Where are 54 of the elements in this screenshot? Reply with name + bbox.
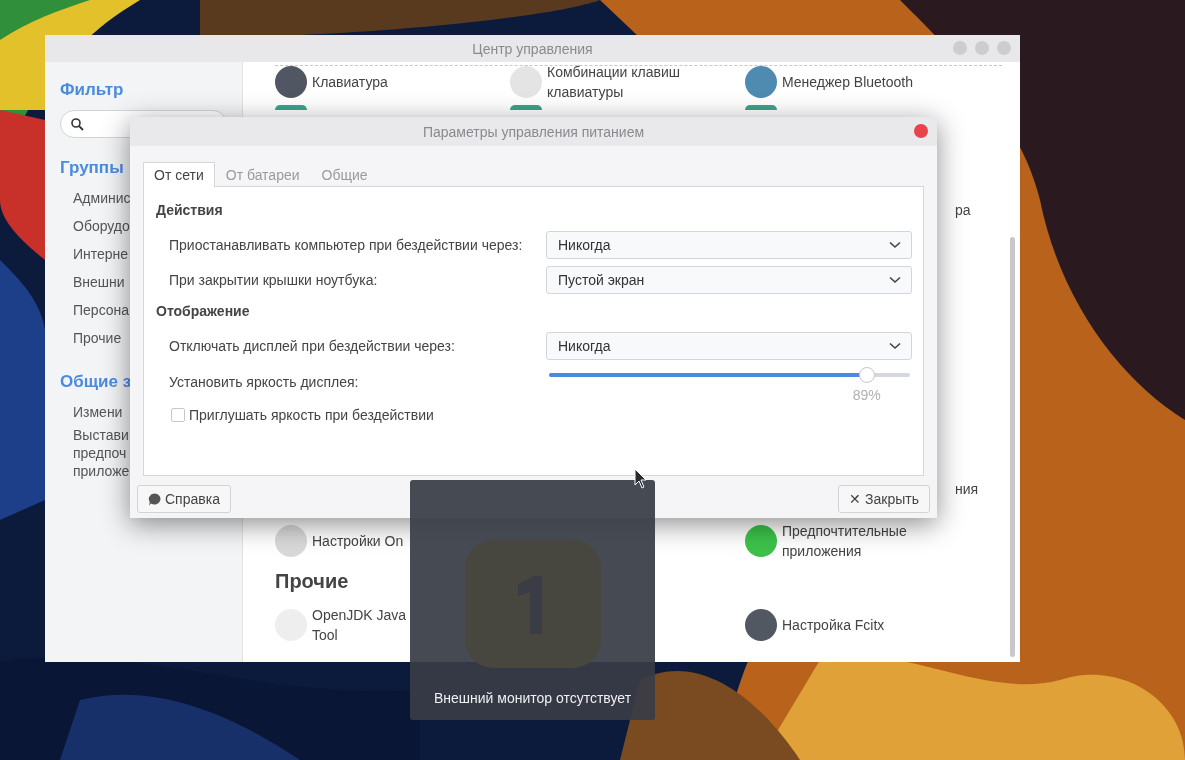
app-label[interactable]: Настройки On: [312, 531, 404, 551]
app-label[interactable]: Предпочтительные приложения: [782, 521, 907, 561]
slider-value: 89%: [852, 387, 881, 403]
group-heading: Общие з: [60, 371, 132, 393]
app-icon[interactable]: [745, 525, 777, 557]
sidebar-item[interactable]: Выстави предпоч приложе: [60, 426, 130, 480]
section-heading: Действия: [156, 201, 223, 220]
chevron-icon: [889, 240, 901, 249]
checkbox[interactable]: [171, 408, 185, 422]
setting-label: Установить яркость дисплея:: [169, 374, 359, 390]
filter-heading: Фильтр: [60, 79, 124, 101]
sidebar-item[interactable]: Персона: [60, 296, 130, 324]
category-heading: Прочие: [275, 569, 349, 594]
setting-label: Приостанавливать компьютер при бездействии через:: [169, 236, 523, 253]
tab[interactable]: От сети: [143, 162, 215, 187]
app-label[interactable]: Клавиатура: [312, 72, 388, 92]
app-icon[interactable]: [275, 105, 307, 110]
checkbox-label[interactable]: Приглушать яркость при бездействии: [189, 407, 434, 423]
section-heading: Отображение: [156, 302, 250, 321]
sidebar-item[interactable]: Прочие: [60, 324, 122, 352]
app-label[interactable]: Настройка Fcitx: [782, 615, 885, 635]
window-title: Центр управления: [472, 40, 593, 57]
help-button[interactable]: Справка: [137, 485, 231, 513]
setting-label: Отключать дисплей при бездействии через:: [169, 337, 455, 354]
app-label[interactable]: ра: [955, 200, 971, 220]
app-label[interactable]: OpenJDK Java Tool: [312, 605, 407, 645]
sidebar-item[interactable]: Измени: [60, 398, 123, 426]
chevron-icon: [889, 275, 901, 284]
dropdown[interactable]: Никогда: [546, 230, 912, 259]
notification-message: Внешний монитор отсутствует: [433, 690, 632, 706]
app-icon[interactable]: [745, 609, 777, 641]
app-label[interactable]: ния: [955, 479, 979, 499]
sidebar-item[interactable]: Оборудо: [60, 212, 130, 240]
sidebar-item[interactable]: Интерне: [60, 240, 129, 268]
app-icon[interactable]: [510, 105, 542, 110]
chevron-icon: [889, 341, 901, 350]
brightness-slider[interactable]: [549, 367, 910, 383]
close-button[interactable]: [914, 124, 928, 138]
sidebar-item[interactable]: Админис: [60, 184, 131, 212]
search-icon: [71, 117, 84, 131]
help-icon: [148, 492, 161, 506]
dialog-title: Параметры управления питанием: [422, 123, 645, 140]
sidebar-item[interactable]: Внешни: [60, 268, 125, 296]
app-icon[interactable]: [275, 66, 307, 98]
dropdown[interactable]: Пустой экран: [546, 265, 912, 294]
close-dialog-button[interactable]: ✕ Закрыть: [838, 485, 930, 513]
dropdown[interactable]: Никогда: [546, 331, 912, 360]
app-icon[interactable]: [745, 105, 777, 110]
scrollbar[interactable]: [1010, 237, 1015, 657]
setting-label: При закрытии крышки ноутбука:: [169, 271, 378, 288]
app-icon[interactable]: [745, 66, 777, 98]
group-heading: Группы: [60, 157, 124, 179]
app-label[interactable]: Комбинации клавиш клавиатуры: [547, 62, 681, 102]
app-label[interactable]: Менеджер Bluetooth: [782, 72, 913, 92]
